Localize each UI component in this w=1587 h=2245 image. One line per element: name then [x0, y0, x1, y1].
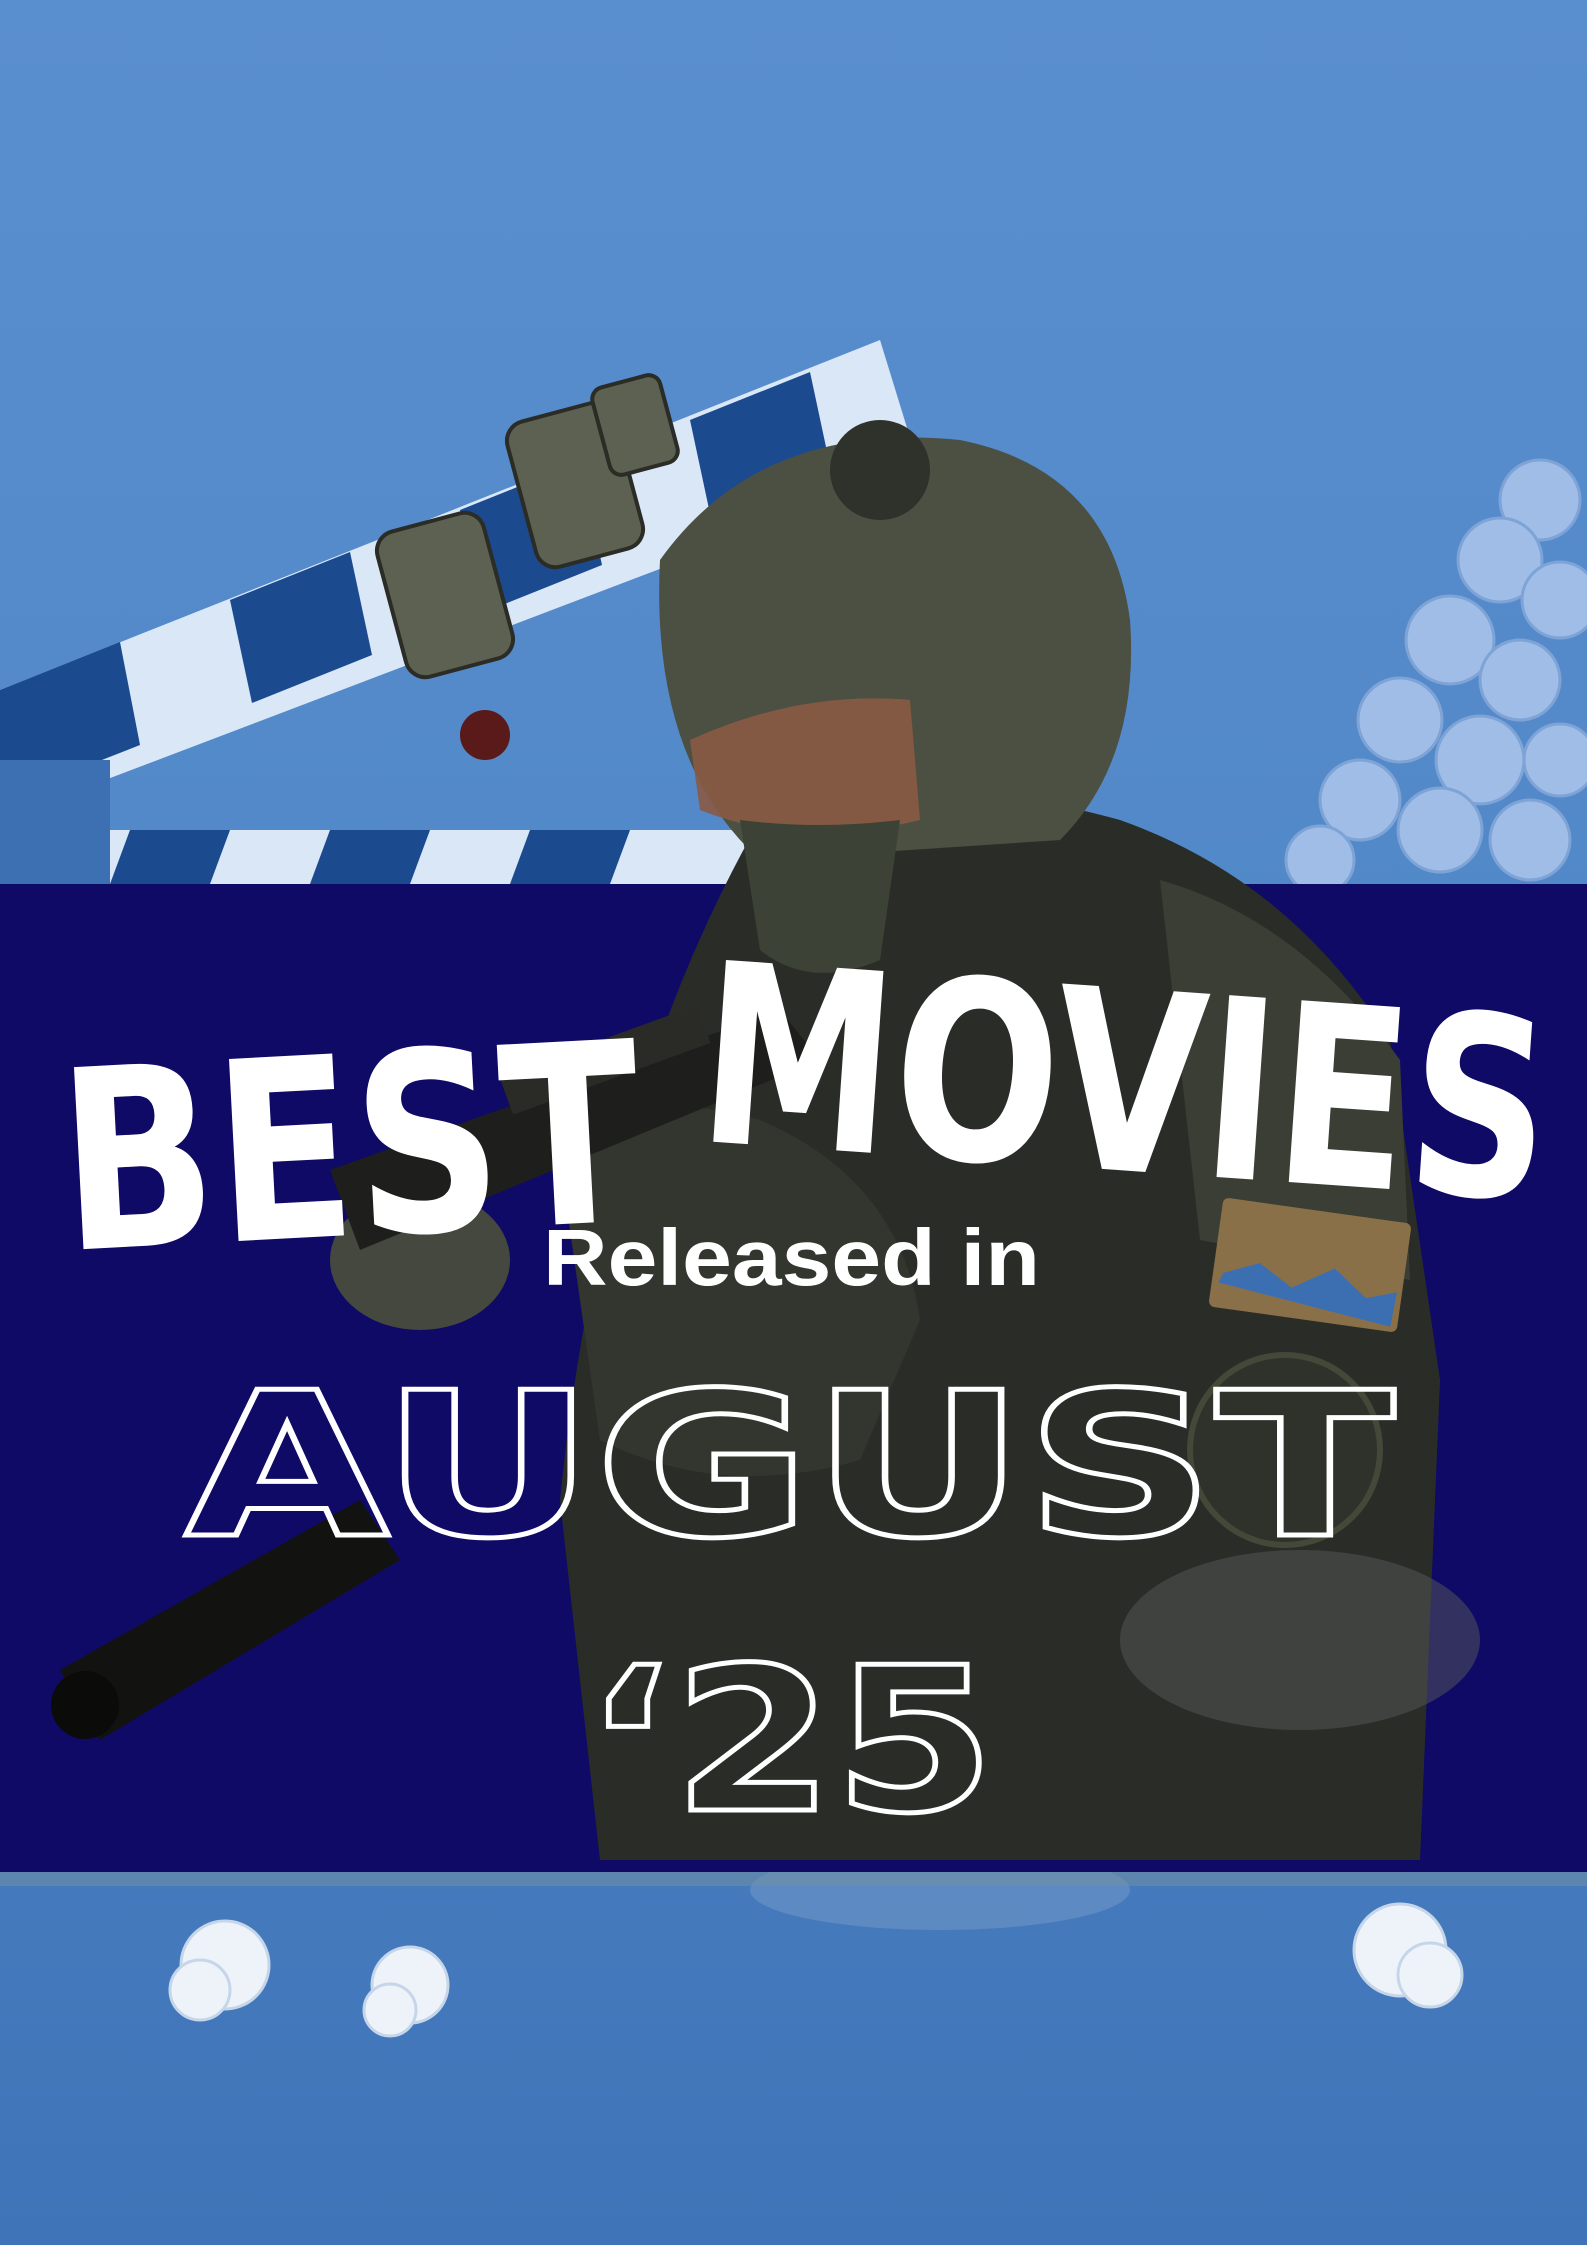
movie-poster: BEST MOVIES Released in AUGUST ‘25	[0, 0, 1587, 2245]
month-august: AUGUST	[185, 1350, 1395, 1583]
subheading-released-in: Released in	[543, 1213, 1040, 1302]
headline-movies: MOVIES	[691, 909, 1559, 1259]
title-lettering: BEST MOVIES Released in AUGUST ‘25	[53, 909, 1560, 1860]
year-25: ‘25	[585, 1625, 995, 1858]
